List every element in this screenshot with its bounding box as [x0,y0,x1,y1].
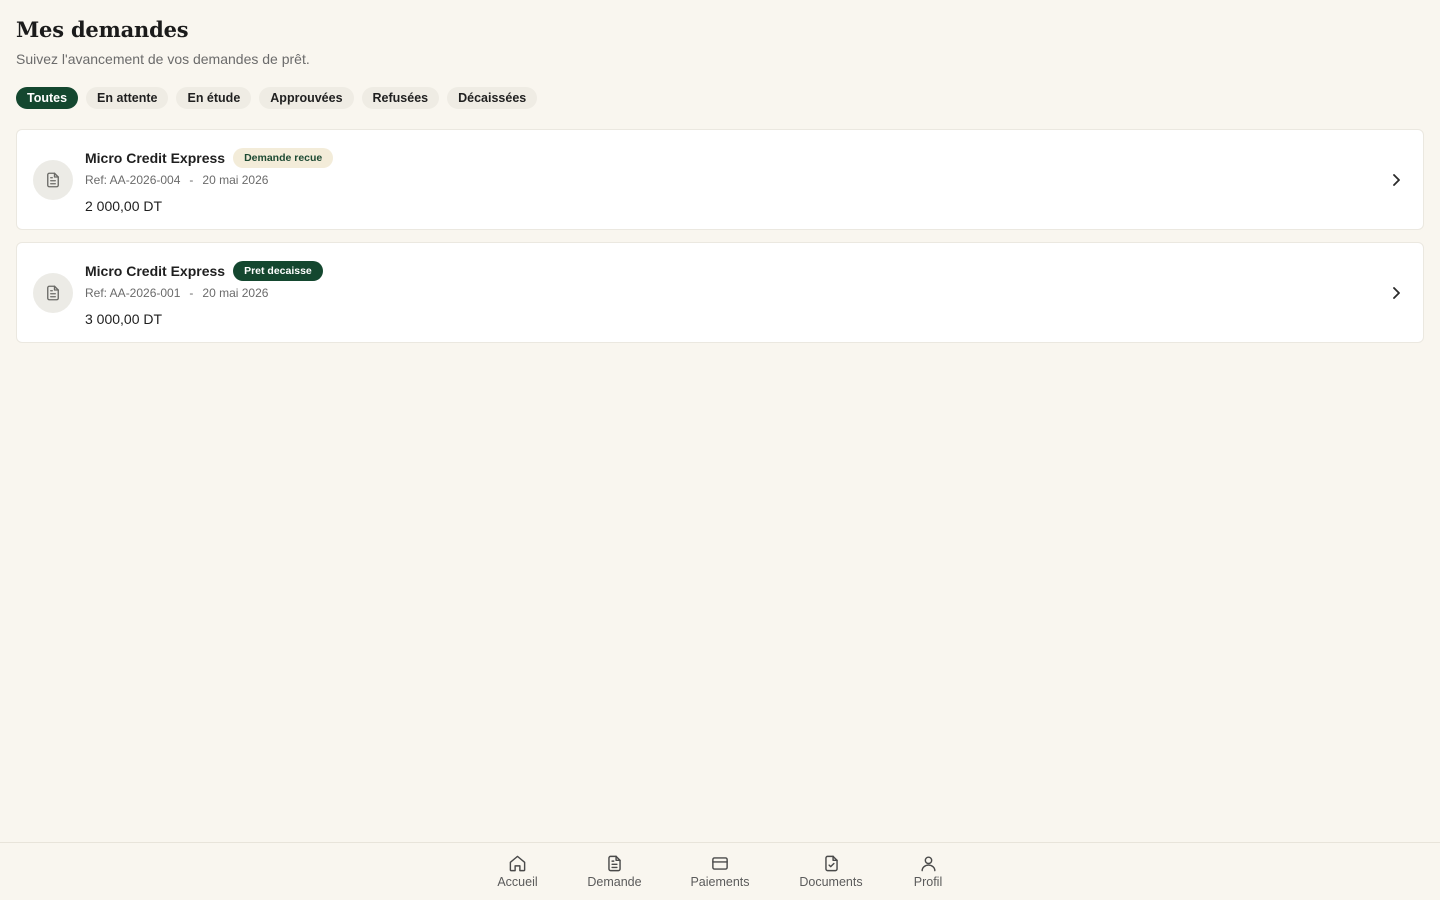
request-title: Micro Credit Express [85,150,226,166]
file-check-icon [821,853,841,873]
filter-chip-approved[interactable]: Approuvées [259,87,354,109]
filter-chip-all[interactable]: Toutes [16,87,79,109]
request-date: 20 mai 2026 [202,173,269,187]
request-amount: 2 000,00 DT [85,198,163,214]
request-title-row: Micro Credit Express Pret decaisse [85,260,323,282]
nav-label: Profil [913,875,943,889]
home-icon [508,853,528,873]
request-meta: Ref: AA-2026-001 - 20 mai 2026 [85,286,323,300]
meta-separator: - [189,173,194,187]
page-header: Mes demandes Suivez l'avancement de vos … [16,16,310,68]
request-card-body: Micro Credit Express Pret decaisse Ref: … [85,260,323,327]
status-filter-bar: Toutes En attente En étude Approuvées Re… [16,87,538,109]
request-reference: Ref: AA-2026-004 [85,173,181,187]
nav-item-payments[interactable]: Paiements [663,843,777,900]
nav-item-profile[interactable]: Profil [885,843,971,900]
page: Mes demandes Suivez l'avancement de vos … [0,0,1440,900]
request-amount: 3 000,00 DT [85,311,163,327]
filter-chip-in-review[interactable]: En étude [176,87,252,109]
nav-item-home[interactable]: Accueil [469,843,566,900]
credit-card-icon [710,853,730,873]
request-meta: Ref: AA-2026-004 - 20 mai 2026 [85,173,333,187]
request-card-body: Micro Credit Express Demande recue Ref: … [85,147,334,214]
chevron-right-icon[interactable] [1389,283,1403,303]
user-icon [918,853,938,873]
nav-label: Paiements [690,875,750,889]
filter-chip-disbursed[interactable]: Décaissées [447,87,538,109]
bottom-navigation: Accueil Demande Paiements Documents Prof… [0,842,1440,900]
filter-chip-refused[interactable]: Refusées [361,87,440,109]
chevron-right-icon[interactable] [1389,170,1403,190]
status-badge: Demande recue [233,148,334,168]
request-title: Micro Credit Express [85,263,226,279]
status-badge: Pret decaisse [233,261,323,281]
request-title-row: Micro Credit Express Demande recue [85,147,334,169]
request-card[interactable]: Micro Credit Express Pret decaisse Ref: … [16,242,1424,343]
nav-item-documents[interactable]: Documents [777,843,885,900]
document-icon [33,273,73,313]
document-icon [33,160,73,200]
nav-label: Demande [587,875,642,889]
request-reference: Ref: AA-2026-001 [85,286,181,300]
request-card[interactable]: Micro Credit Express Demande recue Ref: … [16,129,1424,230]
meta-separator: - [189,286,194,300]
document-icon [605,853,625,873]
nav-label: Documents [799,875,863,889]
request-date: 20 mai 2026 [202,286,269,300]
page-subtitle: Suivez l'avancement de vos demandes de p… [16,51,310,67]
nav-item-request[interactable]: Demande [566,843,663,900]
filter-chip-pending[interactable]: En attente [86,87,169,109]
page-title: Mes demandes [16,17,189,42]
request-list: Micro Credit Express Demande recue Ref: … [16,129,1424,355]
nav-label: Accueil [497,875,538,889]
